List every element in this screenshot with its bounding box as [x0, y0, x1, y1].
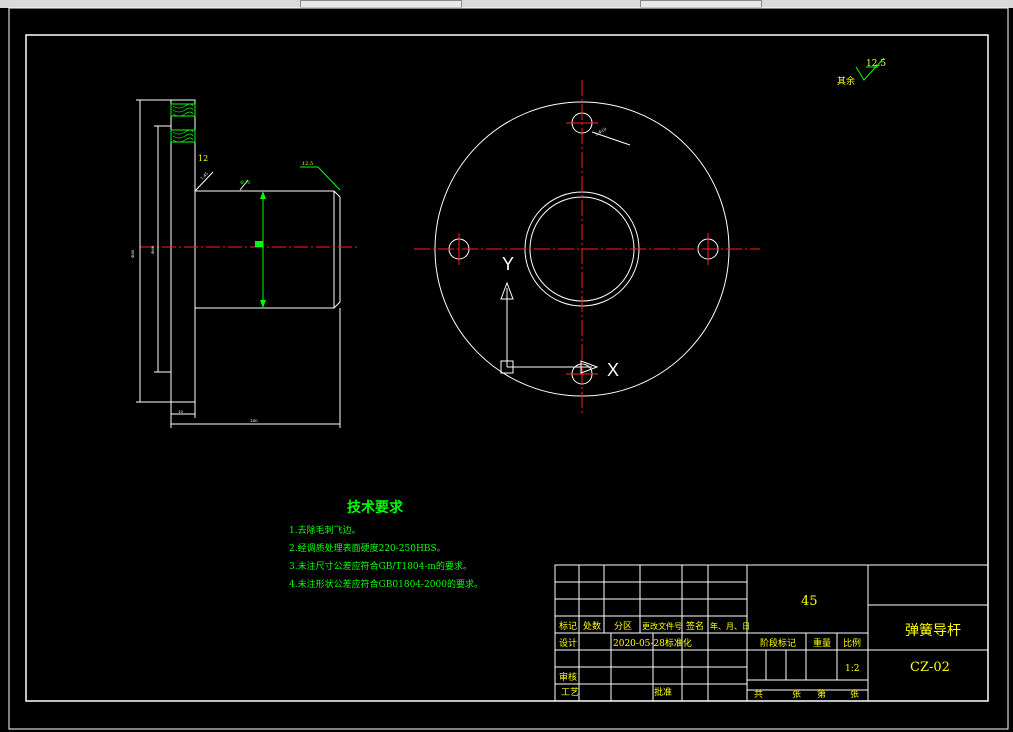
tb-header-sign: 签名 — [686, 620, 704, 632]
dim-flange-od: Ф80 — [130, 249, 135, 258]
tech-req-title: 技术要求 — [347, 499, 404, 516]
tb-sheet-unit: 张 — [850, 689, 859, 700]
dim-chamfer: 1:45 — [199, 170, 209, 180]
tech-req-item: 1.去除毛刺飞边。 — [289, 524, 361, 536]
tb-weight-label: 重量 — [813, 637, 831, 649]
outer-frame — [8, 7, 1009, 730]
front-view — [414, 80, 760, 416]
cad-drawing-canvas[interactable]: 12.5 12 Ф80 Ф60 1:45 10 140 Ф20 3-Ф10 Y … — [0, 0, 1013, 732]
tb-header-count: 处数 — [583, 620, 601, 632]
tb-sheets-unit: 张 — [792, 689, 801, 700]
dim-bolt-circle: Ф60 — [150, 245, 155, 254]
tb-process-label: 工艺 — [561, 687, 579, 698]
tb-part-name: 弹簧导杆 — [905, 623, 961, 639]
tb-header-date: 年、月、日 — [710, 621, 750, 631]
tb-stage-label: 阶段标记 — [760, 637, 796, 649]
tb-sheet-no: 第 — [817, 688, 826, 700]
tb-material: 45 — [801, 594, 818, 609]
inner-frame — [25, 34, 989, 702]
ucs-x-label: X — [607, 360, 619, 380]
tb-standardize: 2020-05-28标准化 — [613, 637, 692, 649]
tb-header-zone: 分区 — [614, 621, 632, 632]
dim-flange-thickness: 10 — [178, 409, 184, 414]
roughness-value: 12.5 — [866, 59, 886, 69]
side-view — [136, 99, 360, 428]
side-left-roughness: 12 — [198, 154, 208, 163]
tb-sheets-total: 共 — [754, 689, 763, 700]
roughness-label: 其余 — [837, 75, 855, 87]
tech-req-item: 4.未注形状公差应符合GB01804-2000的要求。 — [289, 578, 483, 590]
tb-header-docno: 更改文件号 — [642, 621, 682, 631]
tb-approve-label: 批准 — [654, 686, 672, 698]
ucs-y-label: Y — [502, 254, 514, 274]
tb-header-mark: 标记 — [559, 620, 577, 632]
tb-design-label: 设计 — [559, 637, 577, 649]
tb-drawing-no: CZ-02 — [910, 660, 950, 675]
dim-shaft-dia: Ф20 — [240, 180, 251, 186]
tb-review-label: 审核 — [559, 671, 577, 683]
side-roughness-note: 12.5 — [302, 161, 313, 167]
dim-total-length: 140 — [250, 418, 258, 423]
tech-req-item: 2.经调质处理表面硬度220-250HBS。 — [289, 542, 446, 554]
tech-req-item: 3.未注尺寸公差应符合GB/T1804-m的要求。 — [289, 560, 472, 572]
tb-scale: 1:2 — [845, 664, 859, 674]
tb-ratio-label: 比例 — [843, 637, 861, 649]
